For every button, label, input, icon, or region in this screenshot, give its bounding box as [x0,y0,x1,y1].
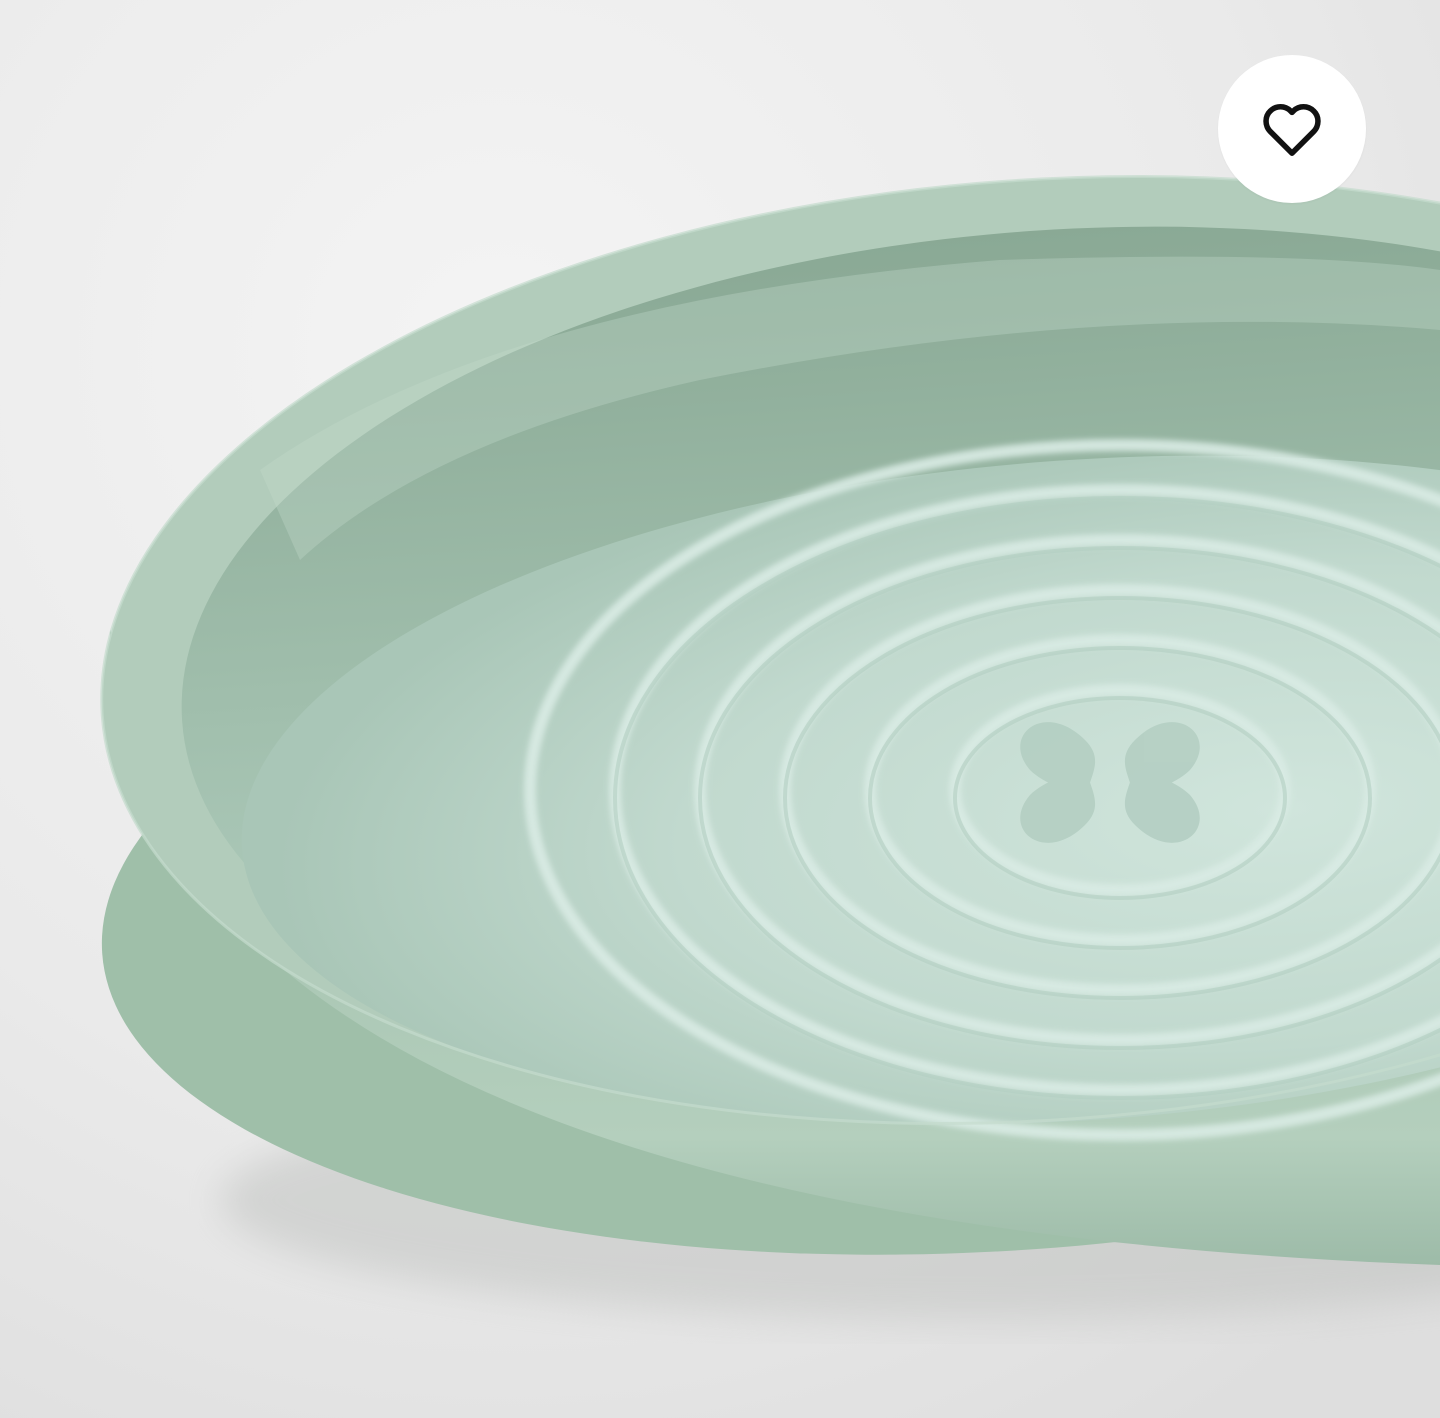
favorite-button[interactable] [1218,55,1366,203]
product-photo [0,0,1440,1418]
product-image-viewer [0,0,1440,1418]
heart-outline-icon [1263,104,1321,156]
